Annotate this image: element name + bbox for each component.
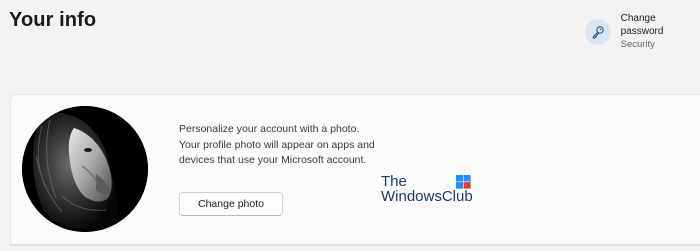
windows-logo-icon xyxy=(456,175,471,189)
watermark-line2: WindowsClub xyxy=(381,188,473,205)
page-title: Your info xyxy=(9,9,97,31)
change-photo-button[interactable]: Change photo xyxy=(179,192,283,216)
key-icon xyxy=(585,18,611,45)
security-label: Security xyxy=(620,39,655,50)
card-divider xyxy=(10,244,700,245)
profile-avatar xyxy=(22,106,148,232)
change-password-label: Change password xyxy=(620,13,664,37)
photo-description: Personalize your account with a photo. Y… xyxy=(179,123,375,167)
watermark: The WindowsClub xyxy=(381,174,481,208)
change-password-link[interactable]: Change password Security xyxy=(585,12,700,51)
